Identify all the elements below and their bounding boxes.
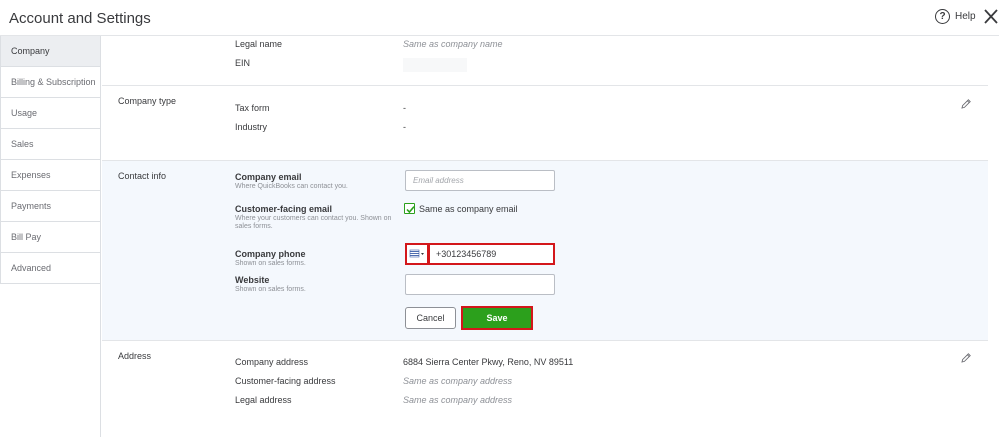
industry-value: -: [403, 122, 406, 132]
checkmark-icon: [406, 206, 415, 214]
website-input[interactable]: [405, 274, 555, 295]
edit-pencil-icon[interactable]: [960, 98, 972, 110]
legal-address-label: Legal address: [235, 395, 292, 405]
cancel-button[interactable]: Cancel: [405, 307, 456, 329]
page-title: Account and Settings: [9, 10, 151, 27]
company-phone-hint: Shown on sales forms.: [235, 260, 306, 267]
customer-email-hint: Where your customers can contact you. Sh…: [235, 215, 392, 230]
company-type-title: Company type: [118, 96, 177, 106]
company-phone-input[interactable]: +30123456789: [428, 243, 555, 265]
same-as-company-email-checkbox[interactable]: [404, 203, 415, 214]
company-name-section: Legal name Same as company name EIN: [102, 36, 988, 86]
website-label: Website: [235, 275, 270, 285]
country-code-dropdown[interactable]: [405, 243, 429, 265]
help-link[interactable]: ? Help: [935, 9, 976, 24]
company-address-value: 6884 Sierra Center Pkwy, Reno, NV 89511: [403, 357, 574, 367]
help-icon: ?: [935, 9, 950, 24]
sidebar-item-usage[interactable]: Usage: [0, 98, 100, 129]
chevron-down-icon: [421, 253, 424, 255]
customer-address-value: Same as company address: [403, 376, 513, 386]
industry-label: Industry: [235, 122, 268, 132]
settings-content: Legal name Same as company name EIN Comp…: [102, 36, 988, 437]
sidebar-item-expenses[interactable]: Expenses: [0, 160, 100, 191]
close-icon[interactable]: [983, 7, 999, 25]
sidebar-item-sales[interactable]: Sales: [0, 129, 100, 160]
save-button[interactable]: Save: [461, 306, 533, 330]
legal-name-value: Same as company name: [403, 39, 503, 49]
sidebar-item-company[interactable]: Company: [0, 36, 100, 67]
website-hint: Shown on sales forms.: [235, 286, 306, 293]
sidebar-item-payments[interactable]: Payments: [0, 191, 100, 222]
company-email-label: Company email: [235, 172, 302, 182]
address-title: Address: [118, 351, 152, 361]
customer-address-label: Customer-facing address: [235, 376, 336, 386]
company-email-hint: Where QuickBooks can contact you.: [235, 183, 348, 190]
company-address-label: Company address: [235, 357, 309, 367]
address-section[interactable]: Address Company address 6884 Sierra Cent…: [102, 341, 988, 437]
legal-name-label: Legal name: [235, 39, 283, 49]
edit-pencil-icon[interactable]: [960, 352, 972, 364]
company-email-input[interactable]: Email address: [405, 170, 555, 191]
legal-address-value: Same as company address: [403, 395, 513, 405]
contact-info-title: Contact info: [118, 171, 167, 181]
sidebar-item-billing[interactable]: Billing & Subscription: [0, 67, 100, 98]
sidebar-item-bill-pay[interactable]: Bill Pay: [0, 222, 100, 253]
sidebar-item-advanced[interactable]: Advanced: [0, 253, 100, 284]
ein-label: EIN: [235, 58, 251, 68]
ein-value: [403, 58, 467, 72]
tax-form-value: -: [403, 103, 406, 113]
customer-email-label: Customer-facing email: [235, 204, 333, 214]
help-label: Help: [955, 11, 976, 22]
company-type-section[interactable]: Company type Tax form - Industry -: [102, 86, 988, 161]
flag-icon: [409, 249, 424, 258]
tax-form-label: Tax form: [235, 103, 270, 113]
settings-sidebar: Company Billing & Subscription Usage Sal…: [0, 36, 101, 437]
header-bar: Account and Settings ? Help: [0, 0, 999, 36]
company-phone-label: Company phone: [235, 249, 306, 259]
same-as-company-email-label[interactable]: Same as company email: [419, 204, 518, 214]
